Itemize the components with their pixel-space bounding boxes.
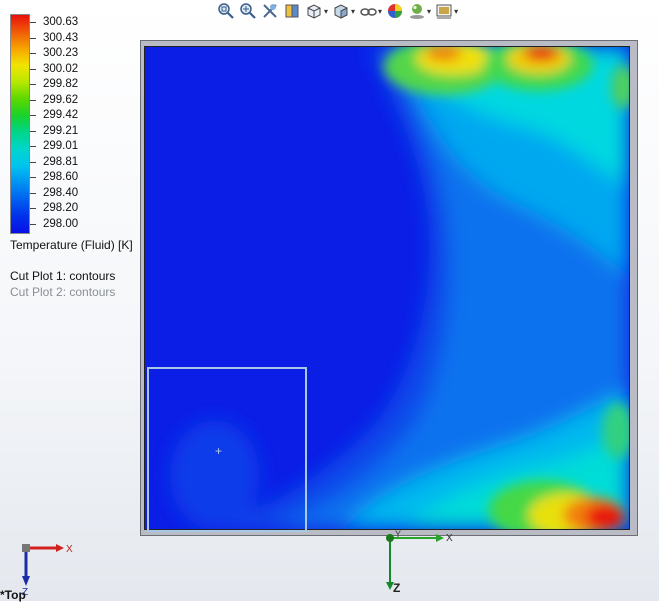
chevron-down-icon: ▾ <box>324 6 329 16</box>
legend-value-label: 298.40 <box>43 186 79 199</box>
legend-tick <box>30 192 36 194</box>
zoom-to-area-icon <box>240 3 256 19</box>
legend-color-bar <box>10 14 30 234</box>
origin-point <box>386 534 394 542</box>
hide-show-items-button[interactable]: ▾ <box>358 1 383 21</box>
legend-value-label: 300.23 <box>43 47 79 60</box>
legend-value-label: 299.01 <box>43 140 79 153</box>
legend-tick <box>30 99 36 101</box>
view-toolbar: ▾ ▾ ▾ ▾ ▾ <box>216 0 459 22</box>
view-settings-icon <box>436 4 452 19</box>
legend-value-label: 299.42 <box>43 109 79 122</box>
hide-show-items-icon <box>360 8 377 16</box>
legend-tick <box>30 208 36 210</box>
legend-title: Temperature (Fluid) [K] <box>10 238 133 252</box>
legend-value-label: 300.63 <box>43 16 79 28</box>
chevron-down-icon: ▾ <box>454 6 459 16</box>
display-style-button[interactable]: ▾ <box>331 1 356 21</box>
legend-tick <box>30 37 36 39</box>
chevron-down-icon: ▾ <box>351 6 356 16</box>
legend-value-label: 298.60 <box>43 171 79 184</box>
legend-tick <box>30 130 36 132</box>
legend-value-label: 299.82 <box>43 78 79 91</box>
zoom-to-fit-icon <box>218 3 234 19</box>
legend-tick <box>30 146 36 148</box>
section-view-icon <box>285 4 299 18</box>
legend-tick <box>30 161 36 163</box>
legend-tick <box>30 53 36 55</box>
legend-value-label: 298.81 <box>43 155 79 168</box>
zoom-to-fit-button[interactable] <box>216 1 236 21</box>
view-settings-button[interactable]: ▾ <box>434 1 459 21</box>
edit-appearance-icon <box>388 4 403 18</box>
triad-z-arrow <box>22 576 30 586</box>
triad-origin <box>22 544 30 552</box>
view-orientation-icon <box>307 4 321 19</box>
origin-z-label: Z <box>393 581 400 595</box>
section-view-button[interactable] <box>282 1 302 21</box>
legend-ticks <box>30 14 40 234</box>
legend-tick <box>30 84 36 86</box>
chevron-down-icon: ▾ <box>427 6 432 16</box>
legend-tick <box>30 22 36 23</box>
legend-value-label: 298.00 <box>43 218 79 230</box>
crosshair-icon: + <box>215 444 223 458</box>
sub-domain-box[interactable] <box>147 367 307 532</box>
legend-tick <box>30 177 36 179</box>
triad-x-label: X <box>66 544 73 555</box>
origin-x-label: X <box>446 533 453 544</box>
legend-value-label: 300.43 <box>43 31 79 44</box>
view-name-label: *Top <box>0 588 26 602</box>
chevron-down-icon: ▾ <box>378 6 383 16</box>
color-legend: 300.63 300.43 300.23 300.02 299.82 299.62 299.… <box>10 14 140 236</box>
cut-plot-2-label[interactable]: Cut Plot 2: contours <box>10 285 115 299</box>
zoom-to-area-button[interactable] <box>238 1 258 21</box>
apply-scene-button[interactable]: ▾ <box>407 1 432 21</box>
view-orientation-button[interactable]: ▾ <box>304 1 329 21</box>
origin-triad: Y X Z <box>386 529 453 595</box>
legend-tick <box>30 224 36 225</box>
previous-view-icon <box>263 4 277 18</box>
apply-scene-icon <box>410 4 425 19</box>
legend-value-label: 300.02 <box>43 62 79 75</box>
legend-value-label: 298.20 <box>43 202 79 215</box>
edit-appearance-button[interactable] <box>385 1 405 21</box>
previous-view-button[interactable] <box>260 1 280 21</box>
hot-spot-bottom-red <box>585 504 626 529</box>
legend-tick <box>30 115 36 117</box>
legend-tick <box>30 68 36 70</box>
display-style-icon <box>334 4 348 19</box>
legend-value-label: 299.21 <box>43 124 79 137</box>
origin-x-arrow <box>436 534 444 542</box>
triad-x-arrow <box>56 544 64 552</box>
legend-value-label: 299.62 <box>43 93 79 106</box>
cut-plot-1-label[interactable]: Cut Plot 1: contours <box>10 269 115 283</box>
origin-y-label: Y <box>395 529 401 539</box>
